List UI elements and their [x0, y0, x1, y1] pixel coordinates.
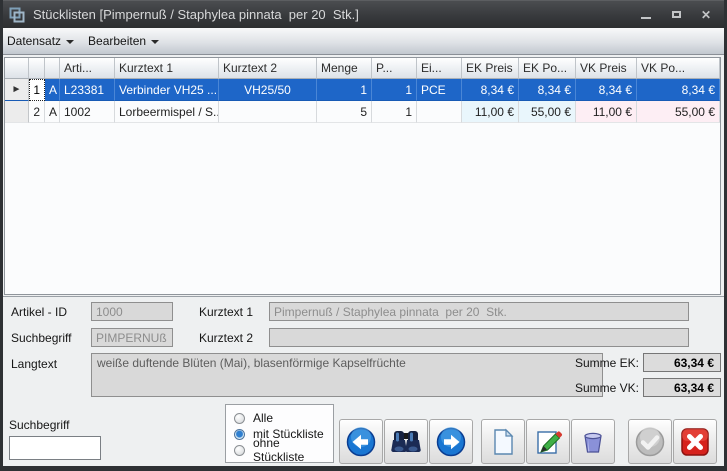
cancel-button[interactable] — [673, 419, 717, 464]
minimize-icon[interactable] — [639, 8, 653, 22]
cell-ek-pos[interactable]: 8,34 € — [519, 79, 576, 101]
window-title: Stücklisten [Pimpernuß / Staphylea pinna… — [33, 7, 639, 22]
menu-datensatz-label: Datensatz — [7, 34, 61, 48]
radio-ohne-stueckliste[interactable]: ohne Stückliste — [234, 442, 333, 458]
cell-kurztext1[interactable]: Lorbeermispel / S... — [115, 101, 219, 123]
edit-record-button[interactable] — [526, 419, 570, 464]
cell-kurztext2[interactable]: VH25/50 — [219, 79, 317, 101]
parts-grid: Arti... Kurztext 1 Kurztext 2 Menge P...… — [4, 57, 721, 295]
delete-record-button[interactable] — [571, 419, 615, 464]
detail-form: Artikel - ID Kurztext 1 Suchbegriff Kurz… — [3, 296, 724, 402]
kurztext1-label: Kurztext 1 — [199, 305, 253, 319]
grid-header-artikel[interactable]: Arti... — [60, 58, 115, 79]
radio-alle[interactable]: Alle — [234, 410, 333, 426]
cell-vk-preis[interactable]: 8,34 € — [576, 79, 637, 101]
cell-flag[interactable]: A — [45, 79, 60, 101]
row-indicator — [5, 101, 29, 123]
footer-bar: Suchbegriff Alle mit Stückliste ohne Stü… — [3, 402, 724, 466]
menu-datensatz[interactable]: Datensatz — [0, 28, 81, 54]
artikel-id-field — [91, 302, 173, 321]
kurztext2-field — [269, 328, 689, 347]
close-x-icon — [679, 426, 711, 458]
cell-rownum[interactable]: 1 — [29, 79, 45, 101]
app-window: Stücklisten [Pimpernuß / Staphylea pinna… — [0, 0, 727, 471]
kurztext1-field — [269, 302, 689, 321]
current-row-marker-icon: ► — [5, 79, 29, 101]
arrow-left-icon — [345, 426, 377, 458]
radio-selected-icon — [234, 429, 245, 440]
close-icon[interactable]: ✕ — [699, 8, 713, 22]
cell-ek-pos[interactable]: 55,00 € — [519, 101, 576, 123]
radio-icon — [234, 445, 245, 456]
edit-pencil-icon — [532, 426, 564, 458]
menu-bar: Datensatz Bearbeiten — [0, 28, 727, 55]
kurztext2-label: Kurztext 2 — [199, 331, 253, 345]
cell-menge[interactable]: 5 — [317, 101, 372, 123]
title-bar[interactable]: Stücklisten [Pimpernuß / Staphylea pinna… — [0, 0, 727, 28]
artikel-id-label: Artikel - ID — [11, 305, 67, 319]
confirm-button — [628, 419, 672, 464]
maximize-icon[interactable] — [669, 8, 683, 22]
suchbegriff-label: Suchbegriff — [11, 331, 72, 345]
table-row[interactable]: 2 A 1002 Lorbeermispel / S... 5 1 11,00 … — [5, 101, 720, 123]
menu-bearbeiten[interactable]: Bearbeiten — [81, 28, 166, 54]
radio-icon — [234, 413, 245, 424]
grid-header-kurztext1[interactable]: Kurztext 1 — [115, 58, 219, 79]
grid-header-p[interactable]: P... — [372, 58, 417, 79]
radio-ohne-stueckliste-label: ohne Stückliste — [253, 436, 333, 464]
cell-vk-pos[interactable]: 55,00 € — [637, 101, 720, 123]
cell-artikel[interactable]: L23381 — [60, 79, 115, 101]
search-label: Suchbegriff — [9, 418, 70, 432]
langtext-label: Langtext — [11, 357, 57, 371]
grid-header-einheit[interactable]: Ei... — [417, 58, 462, 79]
arrow-right-icon — [435, 426, 467, 458]
binoculars-icon — [390, 426, 422, 458]
new-record-button[interactable] — [481, 419, 525, 464]
grid-header-kurztext2[interactable]: Kurztext 2 — [219, 58, 317, 79]
cell-einheit[interactable] — [417, 101, 462, 123]
summe-ek-label: Summe EK: — [563, 356, 639, 370]
cell-flag[interactable]: A — [45, 101, 60, 123]
cell-ek-preis[interactable]: 8,34 € — [462, 79, 519, 101]
summe-ek-value: 63,34 € — [643, 353, 721, 372]
next-record-button[interactable] — [429, 419, 473, 464]
radio-alle-label: Alle — [253, 411, 273, 425]
cell-rownum[interactable]: 2 — [29, 101, 45, 123]
grid-header-vk-pos[interactable]: VK Po... — [637, 58, 720, 79]
cell-p[interactable]: 1 — [372, 101, 417, 123]
trash-bucket-icon — [577, 426, 609, 458]
cell-vk-pos[interactable]: 8,34 € — [637, 79, 720, 101]
grid-header-ek-pos[interactable]: EK Po... — [519, 58, 576, 79]
langtext-field: weiße duftende Blüten (Mai), blasenförmi… — [91, 353, 603, 397]
cell-einheit[interactable]: PCE — [417, 79, 462, 101]
grid-header-vk-preis[interactable]: VK Preis — [576, 58, 637, 79]
cell-kurztext2[interactable] — [219, 101, 317, 123]
cell-vk-preis[interactable]: 11,00 € — [576, 101, 637, 123]
grid-header-row: Arti... Kurztext 1 Kurztext 2 Menge P...… — [5, 58, 720, 79]
cell-ek-preis[interactable]: 11,00 € — [462, 101, 519, 123]
cell-menge[interactable]: 1 — [317, 79, 372, 101]
grid-header-ek-preis[interactable]: EK Preis — [462, 58, 519, 79]
filter-groupbox: Alle mit Stückliste ohne Stückliste — [225, 404, 334, 463]
summe-vk-label: Summe VK: — [563, 381, 639, 395]
new-document-icon — [487, 426, 519, 458]
app-icon — [9, 7, 25, 23]
table-row[interactable]: ► 1 A L23381 Verbinder VH25 ... VH25/50 … — [5, 79, 720, 101]
grid-header-menge[interactable]: Menge — [317, 58, 372, 79]
chevron-down-icon — [66, 40, 74, 44]
grid-header-indicator — [5, 58, 29, 79]
cell-kurztext1[interactable]: Verbinder VH25 ... — [115, 79, 219, 101]
cell-p[interactable]: 1 — [372, 79, 417, 101]
previous-record-button[interactable] — [339, 419, 383, 464]
cell-artikel[interactable]: 1002 — [60, 101, 115, 123]
summe-vk-value: 63,34 € — [643, 378, 721, 397]
grid-header-rownum — [29, 58, 45, 79]
chevron-down-icon — [151, 40, 159, 44]
search-input[interactable] — [9, 436, 101, 460]
suchbegriff-field — [91, 328, 173, 347]
check-icon — [634, 426, 666, 458]
grid-header-flag — [45, 58, 60, 79]
menu-bearbeiten-label: Bearbeiten — [88, 34, 146, 48]
search-button[interactable] — [384, 419, 428, 464]
